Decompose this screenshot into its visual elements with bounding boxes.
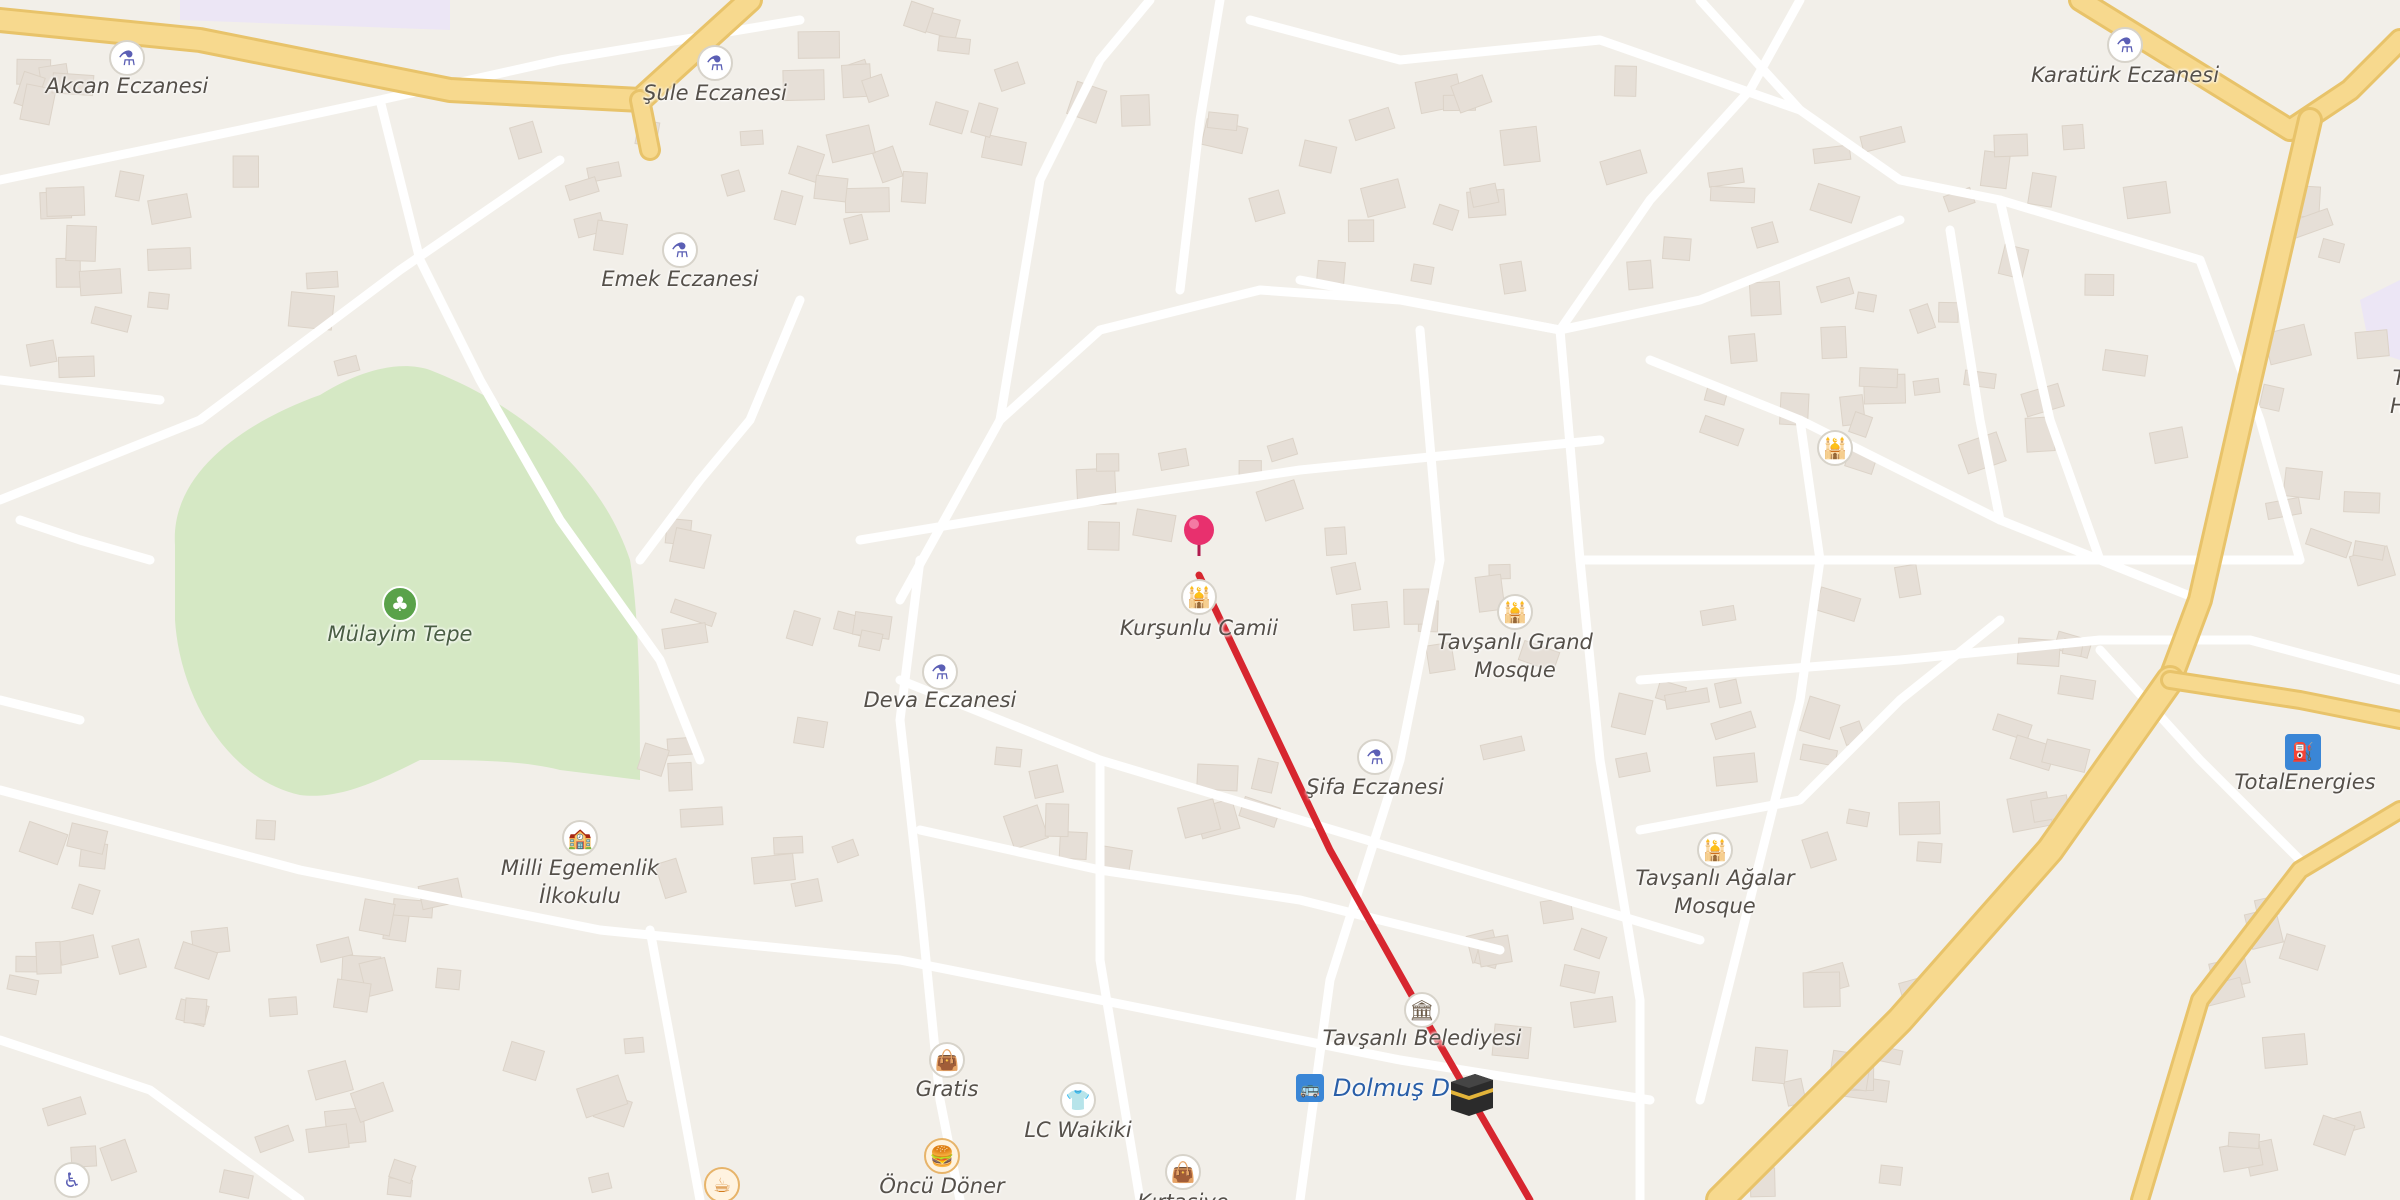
bus-stop-icon[interactable]: 🚌 — [1296, 1074, 1324, 1102]
poi-label-kirtasiye[interactable]: Kırtasiye — [1137, 1188, 1228, 1200]
poi-label-lc-waikiki[interactable]: LC Waikiki — [1024, 1116, 1131, 1144]
map-canvas[interactable]: ⚗ Akcan Eczanesi ⚗ Şule Eczanesi ⚗ Emek … — [0, 0, 2400, 1200]
poi-label-sule-eczanesi[interactable]: Şule Eczanesi — [643, 79, 787, 107]
location-pin-icon[interactable] — [1179, 512, 1219, 563]
shopping-bag-icon[interactable]: 👜 — [929, 1042, 965, 1078]
tree-icon[interactable]: ♣ — [382, 586, 418, 622]
townhall-icon[interactable]: 🏛 — [1404, 992, 1440, 1028]
pharmacy-icon[interactable]: ⚗ — [1357, 739, 1393, 775]
poi-label-mulayim-tepe[interactable]: Mülayim Tepe — [328, 620, 473, 648]
poi-label-tavsanli-grand-mosque[interactable]: Tavşanlı Grand Mosque — [1430, 628, 1600, 684]
poi-label-dolmus-durak[interactable]: Dolmuş Du — [1333, 1074, 1465, 1102]
poi-label-gratis[interactable]: Gratis — [916, 1075, 979, 1103]
poi-label-emek-eczanesi[interactable]: Emek Eczanesi — [601, 265, 758, 293]
poi-label-tavsanli-agalar-mosque[interactable]: Tavşanlı Ağalar Mosque — [1635, 864, 1794, 920]
poi-label-totalenergies[interactable]: TotalEnergies — [2234, 768, 2375, 796]
poi-label-karaturk-eczanesi[interactable]: Karatürk Eczanesi — [2031, 61, 2219, 89]
mosque-icon[interactable]: 🕌 — [1817, 430, 1853, 466]
poi-label-kursunlu-camii[interactable]: Kurşunlu Camii — [1120, 614, 1278, 642]
poi-label-tavsanli-belediyesi[interactable]: Tavşanlı Belediyesi — [1323, 1024, 1522, 1052]
shopping-bag-icon[interactable]: 👜 — [1165, 1154, 1201, 1190]
kaaba-icon[interactable] — [1447, 1070, 1497, 1118]
poi-label-akcan-eczanesi[interactable]: Akcan Eczanesi — [46, 72, 209, 100]
poi-label-deva-eczanesi[interactable]: Deva Eczanesi — [864, 686, 1017, 714]
burger-icon[interactable]: 🍔 — [924, 1138, 960, 1174]
poi-label-sifa-eczanesi[interactable]: Şifa Eczanesi — [1306, 773, 1444, 801]
poi-label-oncu-doner[interactable]: Öncü Döner — [879, 1172, 1004, 1200]
pharmacy-icon[interactable]: ⚗ — [697, 45, 733, 81]
mosque-icon[interactable]: 🕌 — [1697, 832, 1733, 868]
school-icon[interactable]: 🏫 — [562, 820, 598, 856]
pharmacy-icon[interactable]: ⚗ — [662, 232, 698, 268]
mosque-icon[interactable]: 🕌 — [1181, 579, 1217, 615]
pharmacy-icon[interactable]: ⚗ — [2107, 27, 2143, 63]
coffee-icon[interactable]: ☕ — [704, 1167, 740, 1200]
pharmacy-icon[interactable]: ⚗ — [109, 40, 145, 76]
clothes-icon[interactable]: 👕 — [1060, 1082, 1096, 1118]
pharmacy-icon[interactable]: ⚗ — [922, 654, 958, 690]
fuel-icon[interactable]: ⛽ — [2285, 734, 2321, 770]
mosque-icon[interactable]: 🕌 — [1497, 594, 1533, 630]
poi-label-milli-egemenlik-ilkokulu[interactable]: Milli Egemenlik İlkokulu — [501, 854, 659, 910]
poi-label-ta-ha[interactable]: TaHa — [2390, 364, 2400, 420]
sport-icon[interactable]: ♿ — [54, 1162, 90, 1198]
